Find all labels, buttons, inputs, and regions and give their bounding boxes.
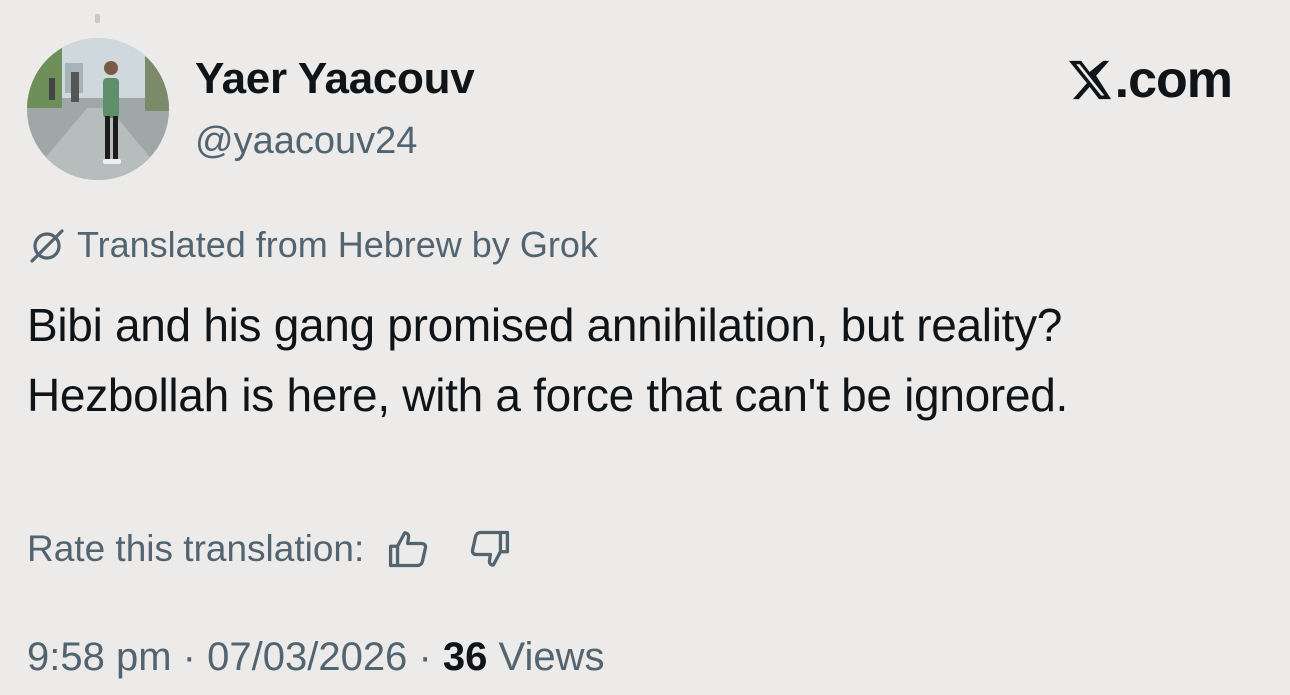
user-avatar-photo [27,38,169,180]
tweet-time[interactable]: 9:58 pm [27,635,172,679]
tweet-date[interactable]: 07/03/2026 [207,635,407,679]
tweet-text: Bibi and his gang promised annihilation,… [27,299,1068,421]
thumbs-down-icon[interactable] [468,527,512,571]
grok-icon [30,229,64,263]
avatar[interactable] [27,38,169,180]
views-label: Views [498,635,605,679]
views-count: 36 [442,635,488,679]
tweet-meta: 9:58 pm · 07/03/2026 · 36 Views [27,632,605,682]
meta-separator: · [418,635,432,679]
brand-watermark: .com [1067,51,1233,109]
top-handle-mark [95,14,100,23]
brand-domain: .com [1114,51,1233,109]
translation-notice-text: Translated from Hebrew by Grok [77,224,598,265]
translation-notice: Translated from Hebrew by Grok [27,223,598,267]
thumbs-up-icon[interactable] [386,527,430,571]
rate-translation: Rate this translation: [27,524,512,574]
user-handle[interactable]: @yaacouv24 [195,118,417,164]
display-name[interactable]: Yaer Yaacouv [195,53,475,105]
rate-translation-label: Rate this translation: [27,528,365,569]
x-logo-icon [1068,60,1111,100]
meta-separator: · [182,635,196,679]
